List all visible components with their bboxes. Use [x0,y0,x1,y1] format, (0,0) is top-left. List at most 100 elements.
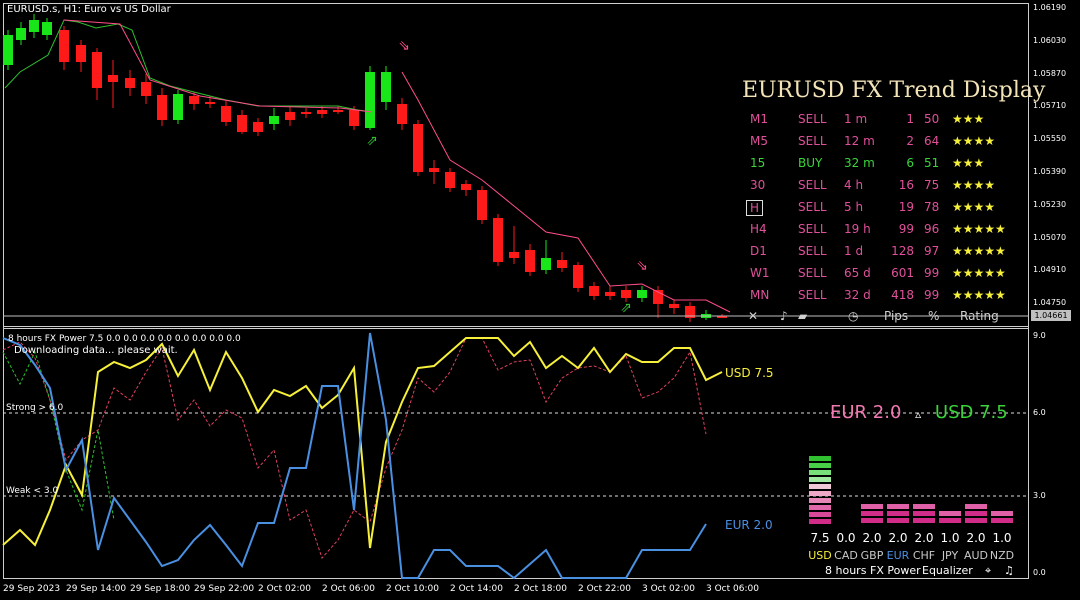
signal-label: SELL [798,244,827,258]
equalizer-value: 1.0 [940,531,960,545]
percent-value: 96 [924,222,940,236]
equalizer-value: 2.0 [862,531,882,545]
brush-icon[interactable]: ▰ [798,309,807,323]
trend-row[interactable]: H4 SELL 19 h 99 96 ★★★★★ [742,222,1027,244]
trend-row[interactable]: 15 BUY 32 m 6 51 ★★★ [742,156,1027,178]
time-tick: 3 Oct 02:00 [642,584,695,594]
pips-value: 1 [906,112,914,126]
price-tick: 1.04750 [1033,298,1067,308]
status-message: Downloading data... please wait. [14,345,178,356]
equalizer-value: 7.5 [810,531,830,545]
signal-label: SELL [798,288,827,302]
pips-value: 418 [891,288,914,302]
trend-row[interactable]: M1 SELL 1 m 1 50 ★★★ [742,112,1027,134]
indicator-tick: 0.0 [1033,568,1046,577]
equalizer-currency[interactable]: AUD [963,549,989,562]
current-price-label: 1.04661 [1031,310,1071,321]
indicator-tick: 9.0 [1033,331,1046,340]
duration-label: 1 d [844,244,864,258]
percent-value: 99 [924,266,940,280]
equalizer-currency[interactable]: EUR [885,549,911,562]
indicator-tick: 3.0 [1033,491,1046,500]
price-tick: 1.05390 [1033,167,1067,176]
equalizer-currency[interactable]: CHF [911,549,937,562]
equalizer-mode[interactable]: Equalizer [922,564,973,577]
equalizer-name: FX Power [870,564,921,577]
equalizer-currency[interactable]: CAD [833,549,859,562]
indicator-title: 8 hours FX Power 7.5 0.0 0.0 0.0 0.0 0.0… [8,334,241,344]
percent-value: 50 [924,112,940,126]
time-tick: 3 Oct 06:00 [706,584,759,594]
signal-label: SELL [798,178,827,192]
price-tick: 1.04910 [1033,265,1067,275]
signal-label: BUY [798,156,823,170]
trend-row[interactable]: MN SELL 32 d 418 99 ★★★★★ [742,288,1027,310]
rating-stars: ★★★★ [952,200,996,214]
signal-label: SELL [798,266,827,280]
duration-label: 65 d [844,266,871,280]
duration-label: 4 h [844,178,864,192]
signal-label: SELL [798,200,827,214]
trend-row[interactable]: M5 SELL 12 m 2 64 ★★★★ [742,134,1027,156]
music-note-icon[interactable]: ♪ [780,309,788,323]
price-tick: 1.05230 [1033,199,1067,209]
price-tick: 1.06190 [1033,3,1067,12]
equalizer-period[interactable]: 8 hours [825,564,866,577]
timeframe-label: H4 [750,222,767,236]
usd-line-label: USD 7.5 [725,366,774,380]
pips-value: 99 [898,222,914,236]
percent-header: % [928,309,940,323]
equalizer-value: 2.0 [888,531,908,545]
duration-label: 32 d [844,288,871,302]
signal-label: SELL [798,134,827,148]
equalizer-value: 1.0 [992,531,1012,545]
equalizer-value: 2.0 [966,531,986,545]
timeframe-label: W1 [750,266,770,280]
time-tick: 2 Oct 10:00 [386,584,439,594]
equalizer-currency[interactable]: USD [807,549,833,562]
music-note-icon[interactable]: ♫ [1004,564,1014,577]
pips-value: 16 [898,178,914,192]
signal-label: SELL [798,222,827,236]
duration-label: 19 h [844,222,871,236]
timeframe-label: 15 [750,156,766,170]
pips-value: 128 [891,244,914,258]
trend-row[interactable]: H SELL 5 h 19 78 ★★★★ [742,200,1027,222]
symbol-label: EURUSD.s, H1: Euro vs US Dollar [7,4,171,15]
rating-stars: ★★★★ [952,134,996,148]
pips-value: 601 [891,266,914,280]
timeframe-label: M1 [750,112,768,126]
time-tick: 2 Oct 06:00 [322,584,375,594]
duration-label: 12 m [844,134,875,148]
percent-value: 78 [924,200,940,214]
duration-label: 5 h [844,200,864,214]
rating-header: Rating [960,309,999,323]
strong-level-label: Strong > 6.0 [6,403,64,413]
equalizer-currency[interactable]: NZD [989,549,1015,562]
price-tick: 1.06030 [1033,35,1067,45]
percent-value: 64 [924,134,940,148]
close-icon[interactable]: ✕ [748,309,758,323]
trend-panel-footer: ✕ ♪ ▰ ◷ Pips % Rating [742,309,1027,331]
time-tick: 29 Sep 2023 [3,584,61,594]
clock-icon[interactable]: ◷ [848,309,858,323]
pips-header: Pips [884,309,909,323]
rating-stars: ★★★ [952,112,985,126]
time-tick: 29 Sep 22:00 [194,584,255,594]
percent-value: 99 [924,288,940,302]
equalizer-value: 2.0 [914,531,934,545]
pair-usd-value: USD 7.5 [934,402,1008,423]
crosshair-icon[interactable]: ⌖ [985,564,991,578]
equalizer-currency[interactable]: JPY [937,549,963,562]
equalizer-currency[interactable]: GBP [859,549,885,562]
trend-row[interactable]: W1 SELL 65 d 601 99 ★★★★★ [742,266,1027,288]
pips-value: 6 [906,156,914,170]
trend-row[interactable]: D1 SELL 1 d 128 97 ★★★★★ [742,244,1027,266]
price-tick: 1.05550 [1033,134,1067,144]
pair-eur-value: EUR 2.0 [830,402,902,423]
percent-value: 51 [924,156,940,170]
duration-label: 1 m [844,112,868,126]
indicator-tick: 6.0 [1033,408,1046,417]
trend-row[interactable]: 30 SELL 4 h 16 75 ★★★★ [742,178,1027,200]
trend-panel-title: EURUSD FX Trend Display [742,78,1046,103]
